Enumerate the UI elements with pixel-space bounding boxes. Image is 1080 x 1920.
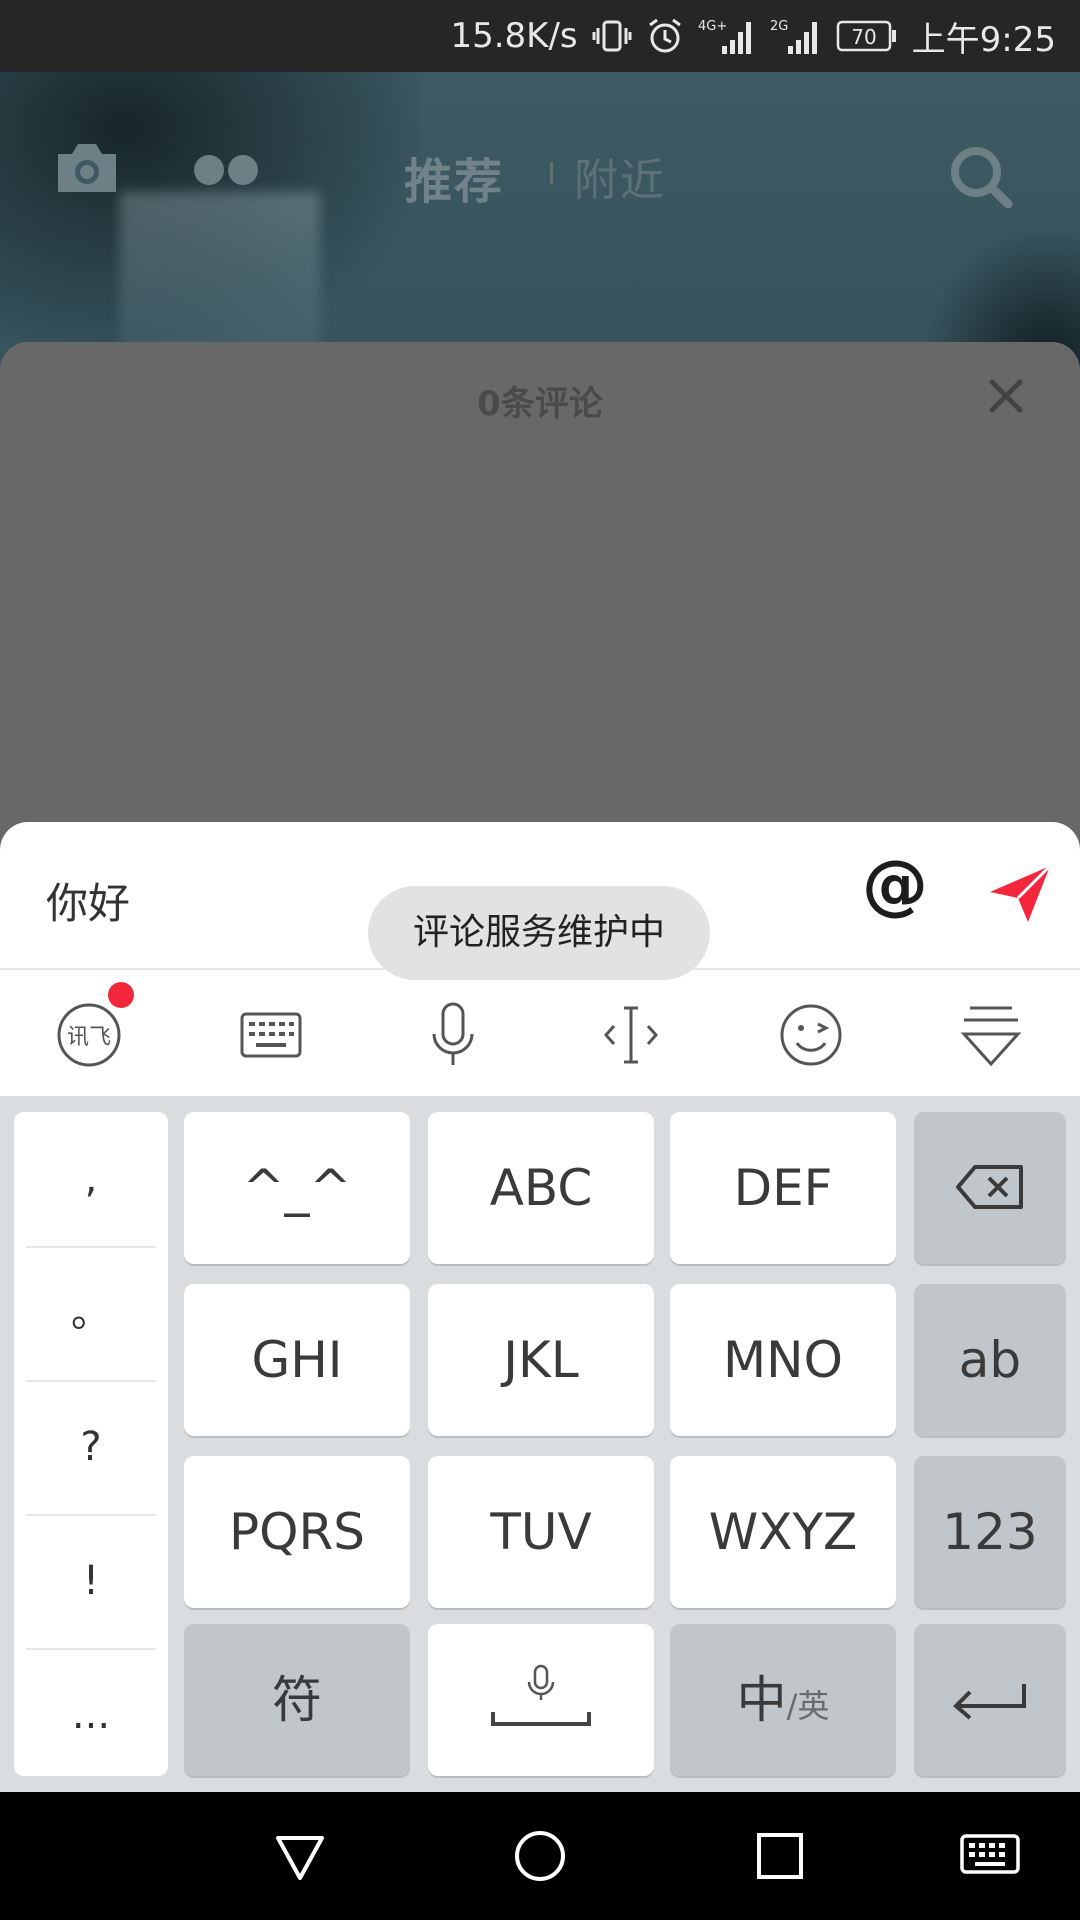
key-jkl[interactable]: JKL — [428, 1284, 654, 1436]
key-symbol[interactable]: 符 — [184, 1624, 410, 1776]
key-abc[interactable]: ABC — [428, 1112, 654, 1264]
punct-key[interactable]: ... — [14, 1648, 168, 1782]
camera-icon[interactable] — [52, 140, 122, 200]
lang-sub: /英 — [786, 1687, 830, 1725]
space-key[interactable] — [428, 1624, 654, 1776]
signal-2g-icon: 2G — [770, 16, 822, 56]
net-speed: 15.8K/s — [450, 16, 578, 56]
home-icon[interactable] — [512, 1828, 568, 1888]
keyboard-switch-icon[interactable] — [960, 1828, 1020, 1888]
tab-divider — [550, 162, 553, 184]
alarm-icon — [646, 17, 684, 55]
microphone-icon[interactable] — [418, 1000, 488, 1070]
notification-badge — [108, 982, 134, 1008]
keyboard-icon[interactable] — [236, 1000, 306, 1070]
comment-input[interactable]: 你好 — [46, 870, 130, 931]
back-icon[interactable] — [272, 1828, 328, 1888]
key-def[interactable]: DEF — [670, 1112, 896, 1264]
key-pqrs[interactable]: PQRS — [184, 1456, 410, 1608]
battery-icon: 70 — [836, 19, 898, 53]
t9-keyboard: , 。 ? ! ... ^_^ ABC DEF GHI JKL MNO ab P… — [0, 1096, 1080, 1792]
ime-logo-icon[interactable]: 讯飞 — [54, 1000, 124, 1070]
key-mno[interactable]: MNO — [670, 1284, 896, 1436]
punct-key[interactable]: 。 — [14, 1246, 168, 1380]
backspace-icon — [956, 1165, 1023, 1209]
key-emoticon[interactable]: ^_^ — [184, 1112, 410, 1264]
recents-icon[interactable] — [752, 1828, 808, 1888]
comments-sheet: 0条评论 — [0, 342, 1080, 862]
ime-logo-text: 讯飞 — [67, 1025, 111, 1050]
key-tuv[interactable]: TUV — [428, 1456, 654, 1608]
top-nav: 推荐 附近 — [0, 100, 1080, 240]
enter-icon — [953, 1684, 1026, 1720]
backspace-key[interactable] — [914, 1112, 1066, 1264]
clock: 上午9:25 — [911, 19, 1056, 60]
signal-2g-label: 2G — [770, 19, 788, 34]
ime-toolbar: 讯飞 — [0, 970, 1080, 1096]
key-lang-switch[interactable]: 中/英 — [670, 1624, 896, 1776]
dots-icon[interactable] — [192, 152, 262, 192]
battery-level: 70 — [851, 25, 876, 49]
mention-at-button[interactable]: @ — [862, 846, 928, 923]
emoji-icon[interactable] — [776, 1000, 846, 1070]
tab-recommend[interactable]: 推荐 — [404, 142, 504, 212]
status-bar: 15.8K/s 4G+ 2G 70 上午9:25 — [0, 0, 1080, 72]
toast-message: 评论服务维护中 — [368, 886, 710, 980]
punctuation-column: , 。 ? ! ... — [14, 1112, 168, 1776]
close-icon[interactable] — [986, 376, 1026, 420]
signal-4g-label: 4G+ — [698, 19, 727, 34]
key-ghi[interactable]: GHI — [184, 1284, 410, 1436]
lang-main: 中 — [736, 1671, 787, 1729]
system-nav-bar — [0, 1792, 1080, 1920]
punct-key[interactable]: ? — [14, 1380, 168, 1514]
cursor-icon[interactable] — [596, 1000, 666, 1070]
send-icon[interactable] — [988, 864, 1052, 928]
comments-count-title: 0条评论 — [477, 384, 603, 424]
enter-key[interactable] — [914, 1624, 1066, 1776]
key-wxyz[interactable]: WXYZ — [670, 1456, 896, 1608]
signal-4g-icon: 4G+ — [698, 16, 756, 56]
search-icon[interactable] — [948, 144, 1014, 214]
space-mic-icon — [491, 1664, 591, 1726]
key-ab[interactable]: ab — [914, 1284, 1066, 1436]
collapse-keyboard-icon[interactable] — [956, 1000, 1026, 1070]
punct-key[interactable]: ! — [14, 1514, 168, 1648]
tab-nearby[interactable]: 附近 — [574, 144, 666, 208]
vibrate-icon — [592, 16, 632, 56]
punct-key[interactable]: , — [14, 1112, 168, 1246]
key-123[interactable]: 123 — [914, 1456, 1066, 1608]
